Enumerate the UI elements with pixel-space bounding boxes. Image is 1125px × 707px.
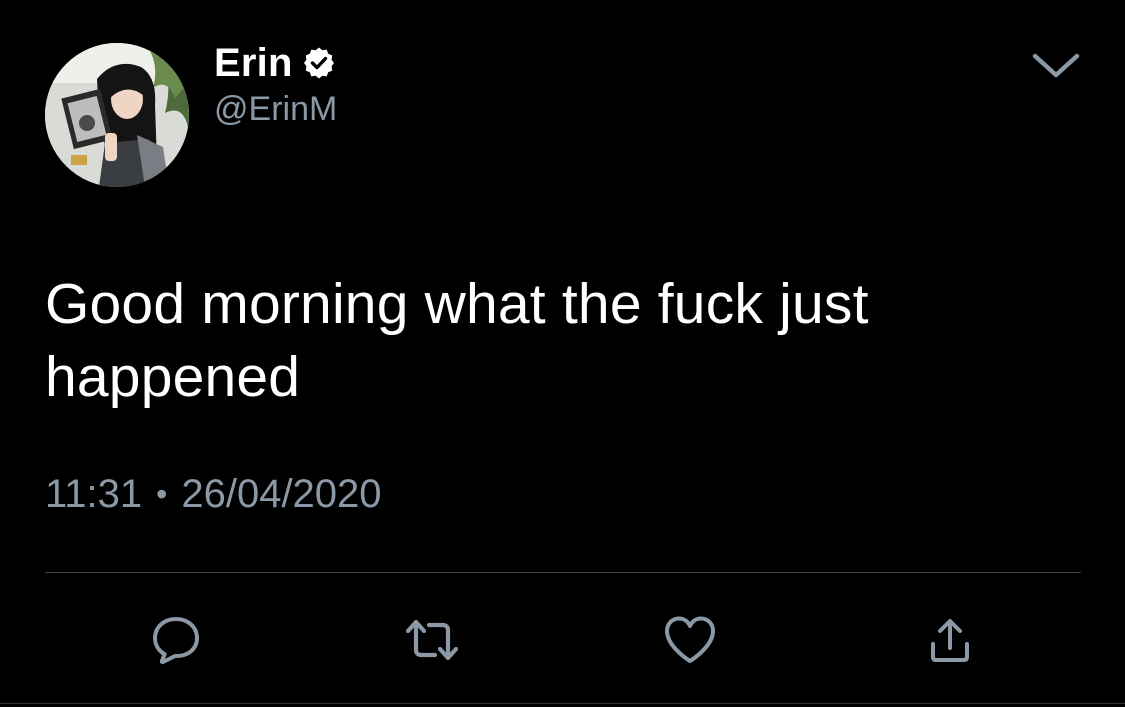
verified-badge-icon [303, 47, 335, 79]
tweet-text: Good morning what the fuck just happened [45, 272, 869, 409]
tweet-card: Erin @ErinM Good morning what the fuck j… [0, 0, 1125, 707]
more-options-chevron-down-icon[interactable] [1030, 50, 1082, 82]
tweet-time: 11:31 [45, 472, 143, 516]
bottom-divider [0, 703, 1125, 704]
speech-bubble-icon [150, 614, 202, 666]
avatar-image [45, 43, 189, 187]
retweet-arrows-icon [404, 614, 460, 666]
divider [45, 572, 1081, 573]
reply-button[interactable] [148, 612, 204, 668]
share-button[interactable] [922, 612, 978, 668]
retweet-button[interactable] [404, 612, 460, 668]
tweet-date: 26/04/2020 [181, 472, 382, 516]
author-name-row: Erin [214, 40, 335, 86]
avatar[interactable] [45, 43, 189, 187]
user-handle[interactable]: @ErinM [214, 90, 337, 129]
display-name[interactable]: Erin [214, 41, 293, 86]
like-button[interactable] [662, 612, 718, 668]
heart-icon [663, 615, 717, 665]
tweet-timestamp[interactable]: 11:31 • 26/04/2020 [45, 472, 382, 517]
share-upload-icon [924, 614, 976, 666]
meta-separator: • [156, 476, 168, 512]
